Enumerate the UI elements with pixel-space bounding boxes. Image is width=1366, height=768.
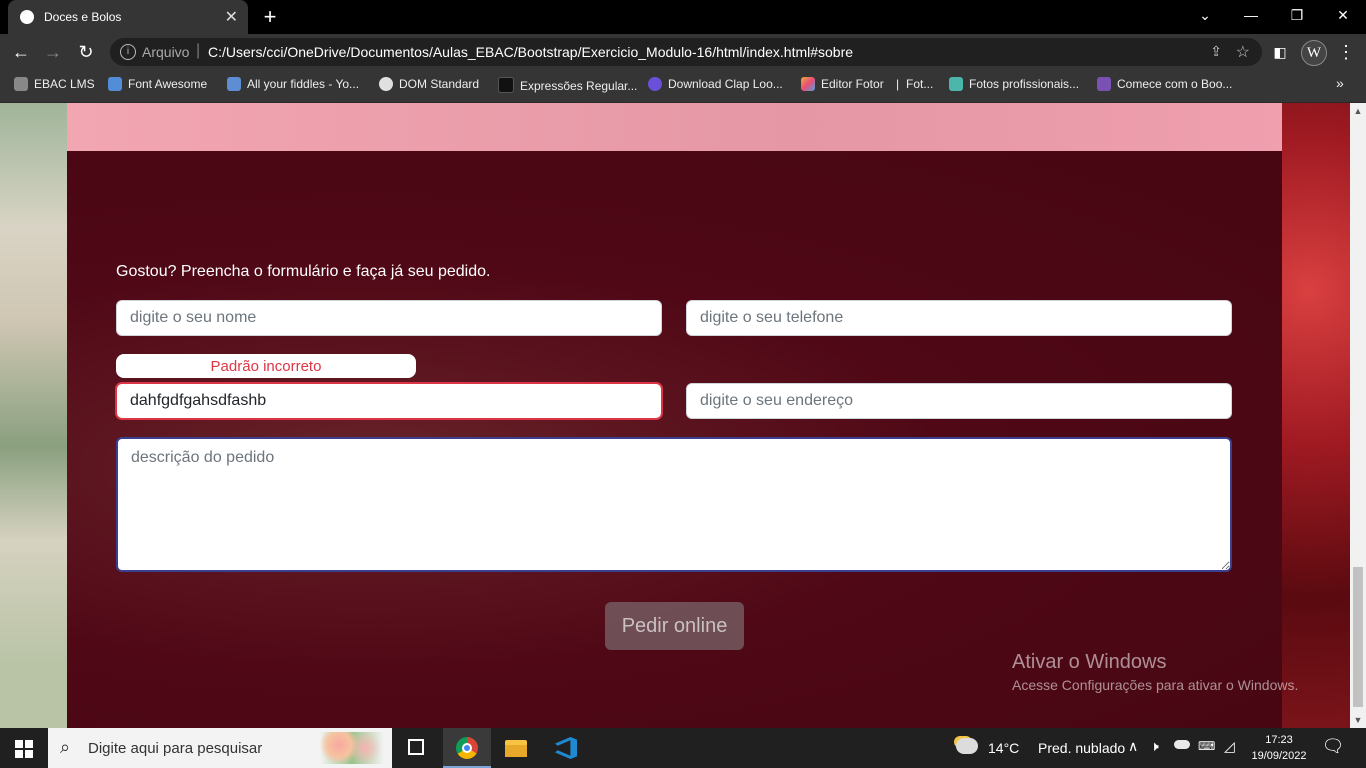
close-window-button[interactable]: ✕ [1320,0,1366,32]
order-online-button[interactable]: Pedir online [605,602,744,650]
profile-avatar[interactable]: W [1301,40,1327,66]
scroll-down-icon[interactable]: ▼ [1350,712,1366,728]
bookmark-item[interactable]: Fotos profissionais... [949,77,1079,95]
onedrive-icon[interactable] [1174,740,1190,749]
vscode-icon[interactable] [541,728,589,768]
windows-activation-subtitle: Acesse Configurações para ativar o Windo… [1012,677,1299,693]
forward-button[interactable]: → [41,40,65,64]
whatwg-icon [379,77,393,91]
chevron-up-icon[interactable]: ∧ [1128,738,1138,755]
chrome-taskbar-icon[interactable] [443,728,491,768]
clock-date: 19/09/2022 [1251,750,1307,762]
phone-input[interactable] [686,300,1232,336]
order-description-textarea[interactable] [116,437,1232,572]
volume-icon[interactable]: 🕨 [1150,738,1159,755]
windows-taskbar: ⌕ Digite aqui para pesquisar 14°C Pred. … [0,728,1366,768]
clock-time: 17:23 [1265,734,1293,746]
restore-button[interactable]: ❐ [1274,0,1320,32]
tab-search-icon[interactable]: ⌄ [1182,0,1228,32]
weather-temperature: 14°C [988,740,1020,756]
bookmark-item[interactable]: Expressões Regular... [498,77,637,95]
font-awesome-icon [108,77,122,91]
bookmark-divider: | [896,77,900,91]
bookmark-item[interactable]: Download Clap Loo... [648,77,783,95]
tab-title: Doces e Bolos [44,10,122,24]
tab-bar: Doces e Bolos ✕ + ⌄ — ❐ ✕ [0,0,1366,34]
more-bookmarks-icon[interactable]: » [1336,75,1344,93]
share-icon[interactable]: ⇪ [1210,43,1222,60]
url-text[interactable]: C:/Users/cci/OneDrive/Documentos/Aulas_E… [208,44,853,60]
close-tab-icon[interactable]: ✕ [225,7,238,27]
bookmark-item[interactable]: All your fiddles - Yo... [227,77,359,95]
new-tab-button[interactable]: + [258,5,282,29]
form-intro-text: Gostou? Preencha o formulário e faça já … [116,263,491,280]
background-image-right [1282,103,1350,728]
background-image-left [0,103,67,728]
bookmark-item[interactable]: Comece com o Boo... [1097,77,1232,95]
fotor-icon [801,77,815,91]
address-input[interactable] [686,383,1232,419]
scheme-label: Arquivo [142,44,190,60]
cloud-icon [227,77,241,91]
weather-description: Pred. nublado [1038,740,1126,756]
d-icon [949,77,963,91]
keyboard-icon[interactable]: ⌨ [1198,739,1215,753]
bookmark-item[interactable]: Fot... [906,77,933,95]
validation-error-tooltip: Padrão incorreto [116,354,416,378]
scrollbar-thumb[interactable] [1353,567,1363,707]
taskbar-search-placeholder: Digite aqui para pesquisar [88,740,263,757]
section-divider [67,103,1282,151]
info-icon[interactable]: i [120,44,136,60]
bookmark-item[interactable]: DOM Standard [379,77,479,95]
file-explorer-icon[interactable] [491,728,539,768]
search-icon: ⌕ [60,737,71,757]
taskbar-search-box[interactable]: ⌕ Digite aqui para pesquisar [48,728,392,768]
minimize-button[interactable]: — [1228,0,1274,32]
globe-icon [20,10,34,24]
scroll-up-icon[interactable]: ▲ [1350,103,1366,119]
sidebar-icon[interactable]: ◧ [1270,40,1290,64]
bookmark-item[interactable]: Editor Fotor [801,77,884,95]
taskbar-clock[interactable]: 17:23 19/09/2022 [1246,732,1312,764]
m-icon [498,77,514,93]
browser-toolbar: ← → ↻ i Arquivo | C:/Users/cci/OneDrive/… [0,34,1366,70]
search-highlight-image [320,732,384,764]
vertical-scrollbar[interactable]: ▲ ▼ [1350,103,1366,728]
notifications-icon[interactable]: 🗨 [1320,736,1346,760]
email-input[interactable] [116,383,662,419]
bookmark-item[interactable]: Font Awesome [108,77,207,95]
windows-start-icon[interactable] [0,728,48,768]
bookmark-star-icon[interactable]: ☆ [1236,42,1250,62]
audio-icon [648,77,662,91]
address-bar[interactable]: i Arquivo | C:/Users/cci/OneDrive/Docume… [110,38,1262,66]
menu-icon[interactable]: ⋮ [1336,40,1356,64]
task-view-icon[interactable] [392,728,440,768]
bookmarks-bar: EBAC LMS Font Awesome All your fiddles -… [0,70,1366,103]
bookmark-item[interactable]: EBAC LMS [14,77,95,95]
cloudy-weather-icon [956,738,978,754]
back-button[interactable]: ← [9,40,33,64]
browser-tab[interactable]: Doces e Bolos ✕ [8,0,248,34]
divider: | [196,42,201,59]
name-input[interactable] [116,300,662,336]
network-icon[interactable]: ◿ [1224,738,1235,755]
bootstrap-icon [1097,77,1111,91]
reload-button[interactable]: ↻ [74,40,98,64]
ebac-icon [14,77,28,91]
page-viewport: Gostou? Preencha o formulário e faça já … [0,103,1350,728]
windows-activation-title: Ativar o Windows [1012,651,1167,673]
